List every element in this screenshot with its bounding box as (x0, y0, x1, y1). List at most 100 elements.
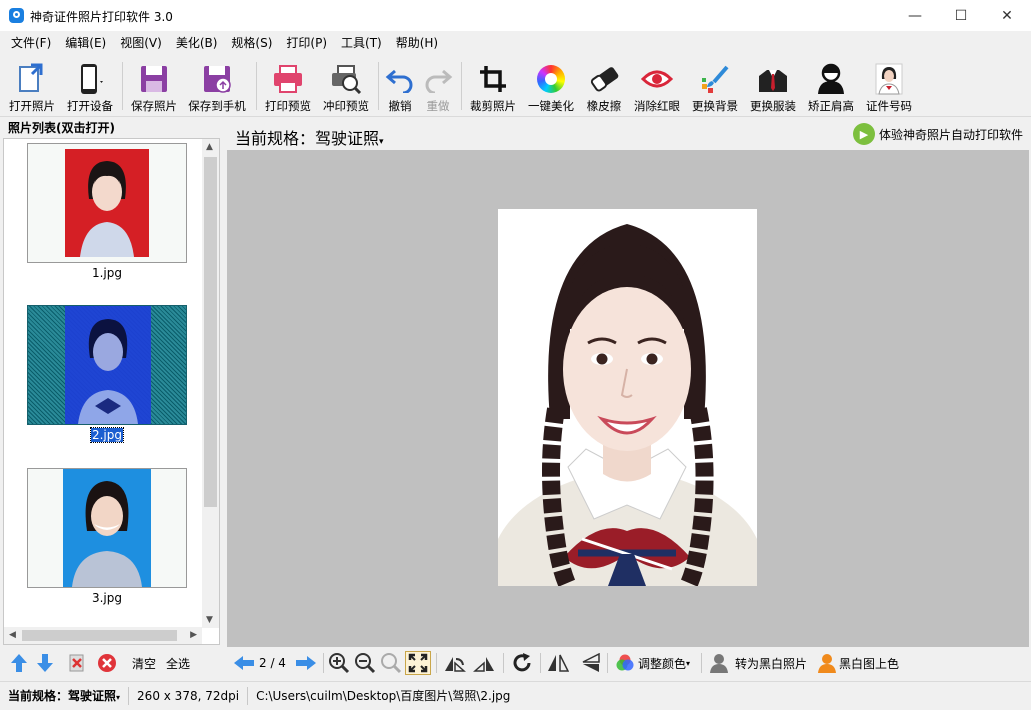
toolbar-separator (256, 62, 257, 110)
status-spec-label: 当前规格： (8, 689, 69, 703)
zoom-out-button[interactable] (354, 651, 376, 675)
menu-tools[interactable]: 工具(T) (334, 31, 389, 56)
close-button[interactable]: ✕ (984, 0, 1030, 31)
promo-text: 体验神奇照片自动打印软件 (878, 127, 1023, 142)
toolbar-separator (503, 653, 504, 673)
beautify-label: 一键美化 (528, 99, 574, 113)
arrow-up-icon (11, 654, 27, 672)
refresh-button[interactable] (511, 651, 533, 675)
colorize-button[interactable]: 黑白图上色 (817, 651, 899, 675)
open-photo-icon (15, 62, 49, 96)
maximize-button[interactable]: ☐ (938, 0, 984, 31)
id-number-button[interactable]: 证件号码 (861, 56, 917, 116)
save-to-phone-button[interactable]: 保存到手机 (184, 56, 250, 116)
scrollbar-thumb[interactable] (204, 157, 217, 507)
flip-vertical-button[interactable] (579, 651, 601, 675)
menu-file[interactable]: 文件(F) (4, 31, 58, 56)
menu-edit[interactable]: 编辑(E) (58, 31, 113, 56)
page-indicator: 2 / 4 (259, 656, 286, 670)
status-spec-value: 驾驶证照 (68, 689, 117, 703)
photo-filename: 1.jpg (91, 266, 123, 280)
photo-filename-selected: 2.jpg (89, 427, 125, 443)
delete-button[interactable] (96, 651, 118, 675)
open-photo-label: 打开照片 (9, 99, 55, 113)
fix-shoulder-label: 矫正肩高 (808, 99, 854, 113)
status-spec[interactable]: 当前规格：驾驶证照▾ (0, 687, 130, 705)
scroll-right-icon[interactable]: ▶ (190, 630, 197, 640)
promo-link[interactable]: ▶ 体验神奇照片自动打印软件 (852, 123, 1023, 145)
move-up-button[interactable] (8, 651, 30, 675)
fit-window-button[interactable] (405, 651, 431, 675)
menu-spec[interactable]: 规格(S) (224, 31, 279, 56)
photo-thumbnail-selected[interactable] (27, 305, 187, 425)
photo-canvas[interactable] (227, 150, 1029, 647)
minimize-button[interactable]: — (892, 0, 938, 31)
eraser-button[interactable]: 橡皮擦 (581, 56, 627, 116)
zoom-actual-button[interactable] (380, 651, 402, 675)
toolbar-separator (461, 62, 462, 110)
toolbar: 打开照片 打开设备 保存照片 保存到手机 打印预览 冲印预览 撤销 重做 裁剪照… (0, 56, 1031, 117)
scrollbar-thumb[interactable] (22, 630, 177, 641)
fix-shoulder-button[interactable]: 矫正肩高 (803, 56, 859, 116)
vertical-scrollbar[interactable]: ▲ ▼ (202, 139, 219, 628)
red-eye-label: 消除红眼 (634, 99, 680, 113)
photo-thumbnail[interactable] (27, 468, 187, 588)
beautify-button[interactable]: 一键美化 (523, 56, 579, 116)
menu-print[interactable]: 打印(P) (279, 31, 334, 56)
current-photo[interactable] (498, 209, 757, 586)
print-preview-button[interactable]: 打印预览 (260, 56, 316, 116)
zoom-icon (381, 653, 402, 674)
crop-button[interactable]: 裁剪照片 (465, 56, 521, 116)
undo-button[interactable]: 撤销 (382, 56, 418, 116)
id-portrait-icon (872, 62, 906, 96)
undo-icon (383, 62, 417, 96)
clear-button[interactable]: 清空 (128, 651, 160, 675)
horizontal-scrollbar[interactable]: ◀ ▶ (4, 627, 202, 644)
toolbar-separator (701, 653, 702, 673)
save-photo-button[interactable]: 保存照片 (126, 56, 182, 116)
change-clothes-button[interactable]: 更换服装 (745, 56, 801, 116)
crop-icon (476, 62, 510, 96)
promo-icon: ▶ (852, 123, 875, 145)
scroll-left-icon[interactable]: ◀ (9, 630, 16, 640)
current-spec-dropdown[interactable]: 当前规格：驾驶证照▾ (235, 125, 384, 149)
rotate-left-button[interactable] (442, 651, 466, 675)
app-logo-icon (9, 8, 24, 23)
redo-button[interactable]: 重做 (420, 56, 456, 116)
photo-list-panel: 1.jpg 2.jpg 3.jpg ▲ ▼ ◀ ▶ (3, 138, 220, 645)
rotate-right-button[interactable] (473, 651, 497, 675)
scroll-up-icon[interactable]: ▲ (206, 142, 213, 152)
photo-thumbnail[interactable] (27, 143, 187, 263)
viewer-toolbar: 2 / 4 调整颜色 ▾ 转为黑白照片 黑白图上色 (227, 648, 1031, 678)
printer-icon (271, 62, 305, 96)
next-photo-button[interactable] (295, 651, 317, 675)
suit-icon (756, 62, 790, 96)
open-photo-button[interactable]: 打开照片 (4, 56, 60, 116)
zoom-out-icon (355, 653, 376, 674)
convert-bw-button[interactable]: 转为黑白照片 (709, 651, 807, 675)
zoom-in-button[interactable] (328, 651, 350, 675)
adjust-color-button[interactable]: 调整颜色 ▾ (615, 651, 690, 675)
thumbnail-image (63, 469, 151, 587)
title-bar: 神奇证件照片打印软件 3.0 — ☐ ✕ (0, 0, 1031, 31)
develop-preview-button[interactable]: 冲印预览 (318, 56, 374, 116)
red-eye-button[interactable]: 消除红眼 (629, 56, 685, 116)
flip-horizontal-button[interactable] (547, 651, 569, 675)
menu-beautify[interactable]: 美化(B) (169, 31, 225, 56)
panel-splitter[interactable] (221, 118, 226, 679)
person-gray-icon (710, 654, 728, 673)
open-device-button[interactable]: 打开设备 (62, 56, 118, 116)
dropdown-arrow-icon: ▾ (116, 693, 121, 702)
remove-photo-button[interactable] (66, 651, 88, 675)
menu-view[interactable]: 视图(V) (113, 31, 169, 56)
prev-photo-button[interactable] (233, 651, 255, 675)
photo-list-header: 照片列表(双击打开) (0, 118, 220, 138)
scroll-down-icon[interactable]: ▼ (206, 615, 213, 625)
menu-help[interactable]: 帮助(H) (389, 31, 445, 56)
move-down-button[interactable] (34, 651, 56, 675)
select-all-button[interactable]: 全选 (162, 651, 194, 675)
paint-brush-icon (698, 62, 732, 96)
change-background-button[interactable]: 更换背景 (687, 56, 743, 116)
save-photo-label: 保存照片 (131, 99, 177, 113)
save-icon (137, 62, 171, 96)
